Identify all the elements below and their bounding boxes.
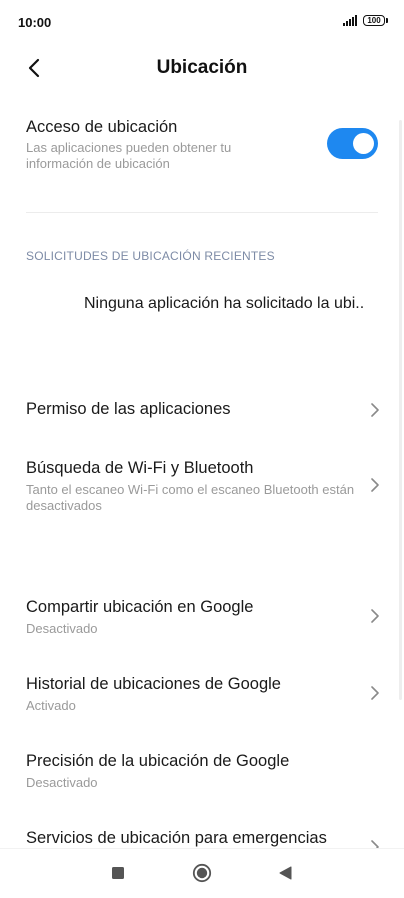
wifi-bluetooth-scan-title: Búsqueda de Wi-Fi y Bluetooth <box>26 459 254 477</box>
app-permissions-title: Permiso de las aplicaciones <box>26 400 231 418</box>
location-access-subtitle: Las aplicaciones pueden obtener tu infor… <box>26 140 232 171</box>
google-location-history-row[interactable]: Historial de ubicaciones de Google Activ… <box>0 662 404 726</box>
square-icon <box>112 867 124 879</box>
chevron-right-icon <box>371 686 379 700</box>
wifi-bluetooth-scan-row[interactable]: Búsqueda de Wi-Fi y Bluetooth Tanto el e… <box>0 446 404 522</box>
divider <box>26 212 378 213</box>
location-access-toggle[interactable] <box>327 128 378 159</box>
google-location-accuracy-row[interactable]: Precisión de la ubicación de Google Desa… <box>0 739 404 803</box>
triangle-back-icon <box>279 866 291 880</box>
toggle-knob <box>353 133 374 154</box>
recent-requests-header: SOLICITUDES DE UBICACIÓN RECIENTES <box>26 249 275 263</box>
google-location-history-status: Activado <box>26 698 76 713</box>
page-title: Ubicación <box>156 57 248 78</box>
google-location-sharing-row[interactable]: Compartir ubicación en Google Desactivad… <box>0 585 404 649</box>
battery-level: 100 <box>363 15 385 26</box>
app-header: Ubicación <box>0 46 404 90</box>
chevron-right-icon <box>371 403 379 417</box>
google-location-sharing-title: Compartir ubicación en Google <box>26 598 254 616</box>
status-bar: 10:00 100 <box>0 0 404 46</box>
recent-requests-empty-message: Ninguna aplicación ha solicitado la ubi.… <box>84 295 365 312</box>
scrollbar[interactable] <box>399 120 402 700</box>
circle-icon <box>192 863 212 883</box>
location-access-title: Acceso de ubicación <box>26 118 178 136</box>
emergency-location-services-title: Servicios de ubicación para emergencias <box>26 829 327 847</box>
home-button[interactable] <box>190 861 214 885</box>
emergency-location-services-row[interactable]: Servicios de ubicación para emergencias <box>0 816 404 848</box>
chevron-right-icon <box>371 478 379 492</box>
google-location-accuracy-status: Desactivado <box>26 775 98 790</box>
status-time: 10:00 <box>18 15 52 30</box>
navigation-bar <box>0 848 404 898</box>
chevron-right-icon <box>371 609 379 623</box>
battery-icon: 100 <box>363 15 388 26</box>
signal-icon <box>343 15 357 26</box>
google-location-accuracy-title: Precisión de la ubicación de Google <box>26 752 290 770</box>
back-nav-button[interactable] <box>273 861 297 885</box>
app-permissions-row[interactable]: Permiso de las aplicaciones <box>0 385 404 435</box>
google-location-sharing-status: Desactivado <box>26 621 98 636</box>
chevron-right-icon <box>371 840 379 848</box>
recents-button[interactable] <box>106 861 130 885</box>
google-location-history-title: Historial de ubicaciones de Google <box>26 675 281 693</box>
status-icons: 100 <box>343 15 388 26</box>
wifi-bluetooth-scan-subtitle: Tanto el escaneo Wi-Fi como el escaneo B… <box>26 482 355 513</box>
